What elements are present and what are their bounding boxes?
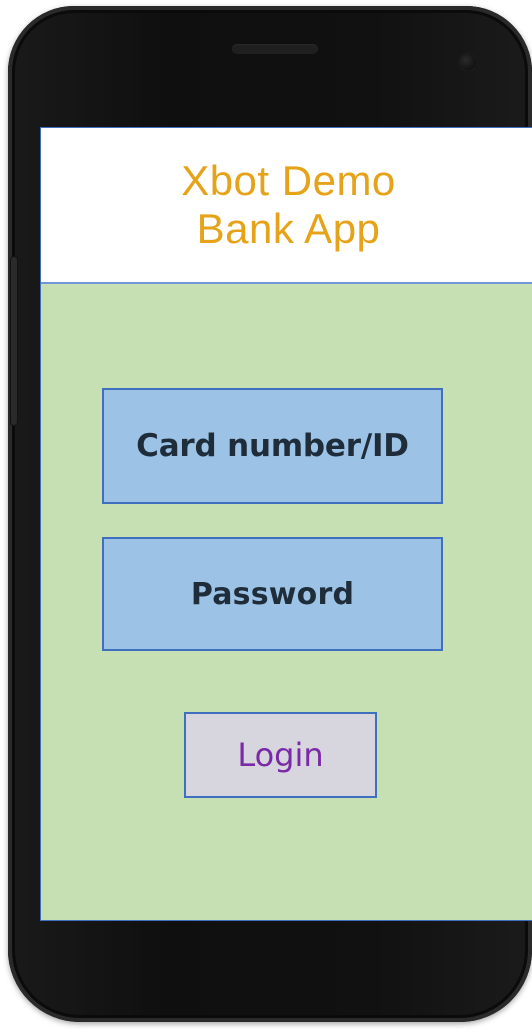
side-button <box>10 256 18 426</box>
card-number-field[interactable]: Card number/ID <box>102 388 443 504</box>
app-title: Xbot Demo Bank App <box>181 157 396 252</box>
login-button[interactable]: Login <box>184 712 377 798</box>
speaker-grille <box>232 44 318 54</box>
password-field[interactable]: Password <box>102 537 443 651</box>
front-camera-icon <box>458 52 478 72</box>
app-header: Xbot Demo Bank App <box>41 128 532 284</box>
phone-frame: Xbot Demo Bank App Card number/ID Passwo… <box>8 6 532 1022</box>
app-screen: Xbot Demo Bank App Card number/ID Passwo… <box>40 127 532 921</box>
